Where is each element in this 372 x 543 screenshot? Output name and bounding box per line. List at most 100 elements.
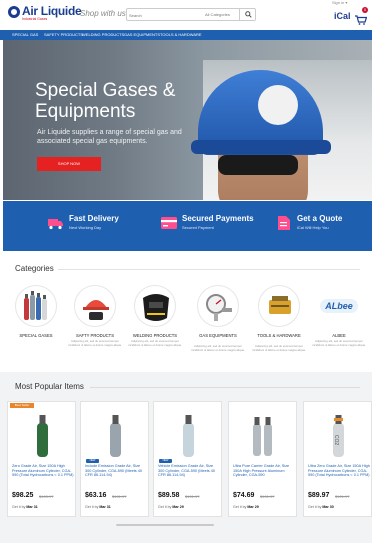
product-card[interactable]: CO2 Ultra Zero Grade Air, Size 150A High … <box>303 401 372 517</box>
nav-item-gas-equipments[interactable]: Gas Equipments <box>124 32 160 37</box>
nav-item-welding-products[interactable]: Welding Products <box>82 32 124 37</box>
product-title[interactable]: Include Emission Grade Air, Size 300 Cyl… <box>85 464 147 478</box>
product-price: $89.58 <box>158 492 180 499</box>
category-image <box>134 285 176 327</box>
delivery-estimate: Get it by Mar 31 <box>12 505 38 509</box>
delivery-date: Mar 29 <box>172 505 184 509</box>
nav-item-tools-hardware[interactable]: Tools & Hardware <box>160 32 202 37</box>
feature-subtitle: iCal Will Help You <box>297 225 329 230</box>
product-price: $89.97 <box>308 492 330 499</box>
product-card[interactable]: Ultra Pure Carrier Grade Air, Size 150A … <box>228 401 297 517</box>
category-name: TOOLS & HARDWARE <box>257 333 301 338</box>
shopping-cart-icon <box>355 15 368 25</box>
product-title[interactable]: Vehicle Emission Grade Air, Size 300 Cyl… <box>158 464 220 478</box>
gas-cylinder-image <box>253 417 272 456</box>
product-old-price: $101.97 <box>112 494 127 499</box>
delivery-estimate: Get it by Mar 29 <box>158 505 184 509</box>
category-albee[interactable]: ALbee ALBEE Adipiscing elit, sed do eius… <box>310 285 368 375</box>
hero-helmet-sticker <box>258 85 298 125</box>
delivery-date: Mar 30 <box>322 505 334 509</box>
category-gas-equipments[interactable]: GAS EQUIPMENTS Adipiscing elit, sed do e… <box>189 285 247 375</box>
air-liquide-logo[interactable]: Air Liquide Industrial Gases <box>8 4 82 24</box>
search-button[interactable] <box>239 9 256 20</box>
credit-card-icon <box>161 217 177 229</box>
category-welding-products[interactable]: WELDING PRODUCTS Adipiscing elit, sed do… <box>126 285 184 375</box>
feature-title: Get a Quote <box>297 214 343 223</box>
product-title[interactable]: Zero Grade Air, Size 150A High Pressure … <box>12 464 74 478</box>
category-description: Adipiscing elit, sed do eiusmod tempor i… <box>128 339 182 347</box>
new-badge: NEW <box>86 459 99 463</box>
delivery-prefix: Get it by <box>12 505 26 509</box>
category-description: Adipiscing elit, sed do eiusmod tempor i… <box>68 339 122 347</box>
delivery-estimate: Get it by Mar 30 <box>308 505 334 509</box>
delivery-prefix: Get it by <box>233 505 247 509</box>
document-icon <box>278 216 290 230</box>
albee-logo: ALbee <box>320 299 358 313</box>
ical-link[interactable]: iCal <box>334 11 351 21</box>
product-title[interactable]: Ultra Pure Carrier Grade Air, Size 150A … <box>233 464 295 478</box>
search-bar: All Categories <box>126 8 256 21</box>
feature-title: Fast Delivery <box>69 214 119 223</box>
account-link[interactable]: Sign in ▾ <box>332 0 347 5</box>
popular-heading: Most Popular Items <box>15 382 84 391</box>
delivery-date: Mar 31 <box>99 505 111 509</box>
category-name: WELDING PRODUCTS <box>132 333 178 338</box>
categories-divider <box>58 269 360 270</box>
product-old-price: $101.97 <box>260 494 275 499</box>
category-image <box>15 285 57 327</box>
hero-title: Special Gases & Equipments <box>35 80 176 122</box>
hero-banner: Special Gases & Equipments Air Liquide s… <box>3 40 372 200</box>
delivery-prefix: Get it by <box>85 505 99 509</box>
delivery-prefix: Get it by <box>308 505 322 509</box>
product-title[interactable]: Ultra Zero Grade Air, Size 150A High Pre… <box>308 464 370 478</box>
nav-item-special-gas[interactable]: Special Gas <box>12 32 38 37</box>
cart-button[interactable]: 0 <box>355 7 368 25</box>
new-badge: NEW <box>159 459 172 463</box>
product-card[interactable]: NEW Include Emission Grade Air, Size 300 … <box>80 401 149 517</box>
gas-cylinder-image <box>183 415 194 457</box>
cart-count-badge: 0 <box>362 7 368 13</box>
features-bar: Fast Delivery Next Working Day Secured P… <box>3 201 372 251</box>
hero-hard-hat-brim <box>191 140 331 154</box>
product-old-price: $101.97 <box>185 494 200 499</box>
ical-label: iCal <box>334 11 351 21</box>
category-description: Adipiscing elit, sed do eiusmod tempor i… <box>191 344 245 352</box>
feature-title: Secured Payments <box>182 214 254 223</box>
shop-now-button[interactable]: Shop Now <box>37 157 101 171</box>
category-name: ALBEE <box>332 333 346 338</box>
header: Air Liquide Industrial Gases Shop with u… <box>0 0 372 30</box>
logo-text: Air Liquide <box>22 4 82 18</box>
product-card[interactable]: Best Seller Zero Grade Air, Size 150A Hig… <box>7 401 76 517</box>
nav-item-safety-products[interactable]: Safety Products <box>44 32 83 37</box>
hero-safety-goggles <box>218 155 298 175</box>
product-old-price: $103.97 <box>39 494 54 499</box>
category-safety-products[interactable]: SAFTY PRODUCTS Adipiscing elit, sed do e… <box>66 285 124 375</box>
product-old-price: $101.97 <box>335 494 350 499</box>
carousel-scrollbar[interactable] <box>116 524 214 526</box>
categories-heading: Categories <box>15 264 54 273</box>
search-category-select[interactable]: All Categories <box>205 12 230 17</box>
product-card[interactable]: NEW Vehicle Emission Grade Air, Size 300 … <box>153 401 222 517</box>
hero-subtitle: Air Liquide supplies a range of special … <box>37 129 182 145</box>
product-price: $74.69 <box>233 492 255 499</box>
category-description: Adipiscing elit, sed do eiusmod tempor i… <box>252 344 306 352</box>
logo-mark-icon <box>8 6 20 18</box>
popular-divider <box>90 387 360 388</box>
search-input[interactable] <box>129 10 199 20</box>
delivery-estimate: Get it by Mar 29 <box>233 505 259 509</box>
category-image <box>197 285 239 327</box>
gas-cylinder-image <box>37 415 48 457</box>
cylinder-label: CO2 <box>333 434 340 446</box>
gas-cylinder-image <box>110 415 121 457</box>
feature-subtitle: Secured Payment <box>182 225 214 230</box>
welding-mask-icon <box>143 294 169 321</box>
pressure-gauge-icon <box>206 294 232 321</box>
category-special-gases[interactable]: SPECIAL GASES <box>7 285 65 375</box>
tools-icon <box>269 296 291 314</box>
delivery-date: Mar 31 <box>26 505 38 509</box>
logo-subtitle: Industrial Gases <box>22 17 48 21</box>
category-tools-hardware[interactable]: TOOLS & HARDWARE Adipiscing elit, sed do… <box>250 285 308 375</box>
delivery-prefix: Get it by <box>158 505 172 509</box>
shop-with-us-tagline: Shop with us <box>80 9 126 18</box>
category-description: Adipiscing elit, sed do eiusmod tempor i… <box>312 339 366 347</box>
